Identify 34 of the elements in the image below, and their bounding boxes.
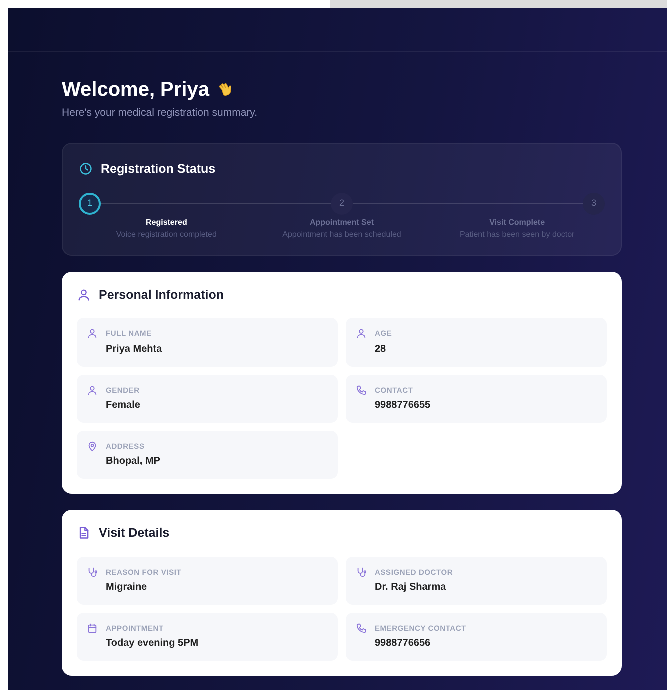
step-circle: 1 <box>79 192 101 214</box>
stethoscope-icon <box>87 566 98 578</box>
field-value: Dr. Raj Sharma <box>375 581 448 595</box>
section-title: Registration Status <box>101 160 216 178</box>
step-circle: 2 <box>331 192 353 214</box>
document-icon <box>77 526 91 540</box>
person-icon <box>87 384 98 396</box>
phone-icon <box>356 623 367 634</box>
step-label: Visit Complete <box>488 216 546 228</box>
clock-icon <box>79 162 93 176</box>
field-value: Today evening 5PM <box>106 637 199 652</box>
step-description: Appointment has been scheduled <box>282 228 402 240</box>
field-value: 9988776655 <box>375 398 431 413</box>
field-value: Bhopal, MP <box>106 455 160 469</box>
person-icon <box>87 328 98 340</box>
step-description: Voice registration completed <box>115 228 218 240</box>
section-title: Personal Information <box>99 286 224 304</box>
step-circle: 3 <box>583 192 605 214</box>
step-label: Registered <box>144 216 188 228</box>
field-value: 9988776656 <box>375 637 432 652</box>
welcome-subtitle: Here's your medical registration summary. <box>62 106 259 121</box>
phone-icon <box>356 384 367 396</box>
person-icon <box>77 288 91 302</box>
field-value: 28 <box>375 342 388 356</box>
calendar-icon <box>87 623 98 634</box>
location-pin-icon <box>87 440 98 452</box>
field-value: Migraine <box>106 581 148 595</box>
field-value: Female <box>106 398 140 413</box>
stethoscope-icon <box>356 566 367 578</box>
welcome-title: Welcome, Priya <box>62 78 210 102</box>
field-value: Priya Mehta <box>106 342 162 356</box>
section-title: Visit Details <box>99 525 170 542</box>
person-icon <box>356 328 367 340</box>
step-label: Appointment Set <box>308 216 375 228</box>
